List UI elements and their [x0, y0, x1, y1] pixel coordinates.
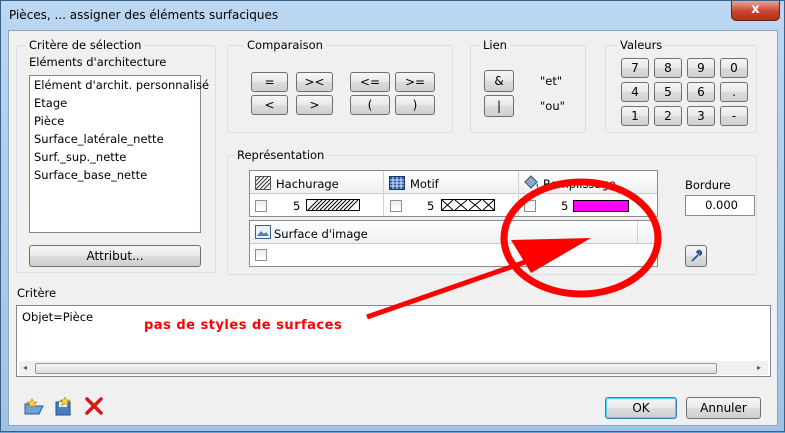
and-label: "et" — [540, 74, 563, 88]
hatching-preview — [306, 199, 360, 211]
image-icon — [255, 225, 271, 239]
fill-bucket-icon — [524, 175, 539, 189]
greater-equal-button[interactable]: >= — [395, 72, 435, 92]
list-item[interactable]: Elément d'archit. personnalisé — [30, 76, 209, 94]
image-surface-checkbox[interactable] — [255, 249, 267, 261]
annotation-text: pas de styles de surfaces — [144, 318, 343, 333]
close-button[interactable]: x — [731, 1, 780, 21]
hatching-value: 5 — [293, 199, 301, 213]
representation-group-title: Représentation — [234, 148, 328, 162]
criteria-text: Objet=Pièce — [22, 310, 94, 324]
key-4-button[interactable]: 4 — [621, 82, 649, 102]
link-group-title: Lien — [480, 38, 510, 52]
save-favorite-icon[interactable] — [53, 397, 75, 417]
key-8-button[interactable]: 8 — [654, 58, 682, 78]
dialog-body: Critère de sélection Eléments d'architec… — [8, 30, 778, 426]
scrollbar-thumb[interactable] — [35, 363, 717, 374]
key-0-button[interactable]: 0 — [720, 58, 748, 78]
or-label: "ou" — [540, 99, 565, 113]
list-item[interactable]: Surface_base_nette — [30, 166, 200, 184]
and-button[interactable]: & — [484, 70, 514, 92]
fill-checkbox[interactable] — [524, 200, 536, 212]
hatching-icon — [255, 176, 271, 190]
fill-color-swatch[interactable] — [573, 200, 629, 212]
key-3-button[interactable]: 3 — [687, 106, 715, 126]
title-bar: Pièces, ... assigner des éléments surfac… — [1, 1, 784, 31]
pattern-label: Motif — [410, 177, 439, 191]
key-9-button[interactable]: 9 — [687, 58, 715, 78]
less-equal-button[interactable]: <= — [350, 72, 390, 92]
scroll-left-arrow-icon[interactable]: ◂ — [23, 363, 29, 373]
dialog-window: Pièces, ... assigner des éléments surfac… — [0, 0, 785, 432]
fill-value: 5 — [561, 199, 569, 213]
less-than-button[interactable]: < — [251, 95, 288, 115]
values-group-title: Valeurs — [617, 38, 666, 52]
key-2-button[interactable]: 2 — [654, 106, 682, 126]
key-7-button[interactable]: 7 — [621, 58, 649, 78]
open-folder-icon[interactable] — [23, 397, 45, 417]
key-6-button[interactable]: 6 — [687, 82, 715, 102]
list-item[interactable]: Etage — [30, 94, 200, 112]
comparison-group-title: Comparaison — [244, 38, 326, 52]
key-minus-button[interactable]: - — [720, 106, 748, 126]
key-5-button[interactable]: 5 — [654, 82, 682, 102]
pattern-preview — [441, 199, 495, 211]
image-surface-label: Surface d'image — [274, 227, 368, 241]
equals-button[interactable]: = — [251, 72, 288, 92]
list-item[interactable]: Surface_latérale_nette — [30, 130, 200, 148]
key-1-button[interactable]: 1 — [621, 106, 649, 126]
eyedropper-icon — [691, 249, 703, 262]
column-divider — [637, 221, 638, 243]
cancel-button[interactable]: Annuler — [686, 397, 761, 419]
window-title: Pièces, ... assigner des éléments surfac… — [9, 8, 279, 22]
criteria-textbox[interactable]: Objet=Pièce ◂ ▸ — [16, 305, 771, 377]
eyedropper-button[interactable] — [685, 245, 707, 267]
pattern-checkbox[interactable] — [390, 200, 402, 212]
architecture-elements-list[interactable]: Elément d'archit. personnalisé Etage Piè… — [29, 75, 209, 233]
selection-group-title: Critère de sélection — [26, 38, 145, 52]
column-divider — [383, 171, 384, 216]
list-item[interactable]: Surf._sup._nette — [30, 148, 200, 166]
delete-icon[interactable] — [85, 397, 103, 415]
architecture-elements-label: Eléments d'architecture — [29, 55, 167, 69]
column-divider — [518, 171, 519, 216]
close-paren-button[interactable]: ) — [395, 95, 435, 115]
list-item[interactable]: Pièce — [30, 112, 200, 130]
hatching-label: Hachurage — [276, 177, 339, 191]
border-label: Bordure — [685, 178, 731, 192]
pattern-value: 5 — [427, 199, 435, 213]
greater-than-button[interactable]: > — [296, 95, 333, 115]
attribute-button[interactable]: Attribut... — [29, 245, 201, 267]
open-paren-button[interactable]: ( — [350, 95, 390, 115]
border-input[interactable]: 0.000 — [685, 195, 755, 216]
scroll-right-arrow-icon[interactable]: ▸ — [757, 363, 763, 373]
or-button[interactable]: | — [484, 95, 514, 117]
ok-button[interactable]: OK — [605, 397, 677, 419]
horizontal-scrollbar[interactable]: ◂ ▸ — [19, 361, 768, 375]
hatching-checkbox[interactable] — [255, 200, 267, 212]
not-equal-button[interactable]: >< — [296, 72, 333, 92]
fill-label: Remplissage — [543, 177, 616, 191]
pattern-icon — [389, 176, 405, 190]
criteria-label: Critère — [17, 286, 57, 300]
key-dot-button[interactable]: . — [720, 82, 748, 102]
